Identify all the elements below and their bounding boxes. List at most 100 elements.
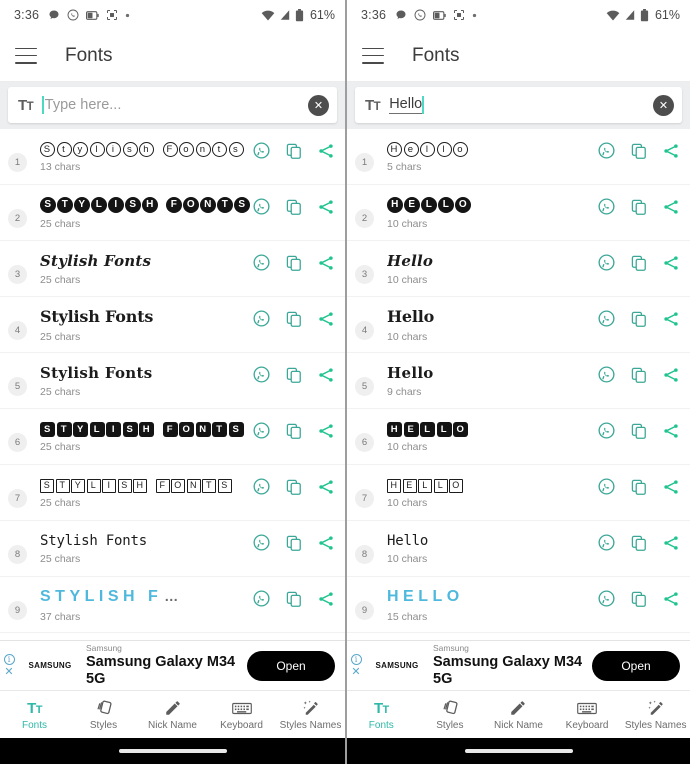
font-list-left[interactable]: 1 St y l i s h Fo n t s 13 chars 2 S T Y L I S H F O N T S 25 cha… — [0, 129, 345, 640]
whatsapp-share-icon[interactable] — [252, 253, 271, 272]
hamburger-menu-icon[interactable] — [15, 47, 37, 64]
copy-icon[interactable] — [285, 142, 303, 160]
ad-close-icon[interactable]: ✕ — [351, 666, 360, 678]
nav-item-nick-name[interactable]: Nick Name — [484, 699, 553, 731]
copy-icon[interactable] — [630, 366, 648, 384]
whatsapp-share-icon[interactable] — [252, 309, 271, 328]
nav-item-keyboard[interactable]: Keyboard — [553, 699, 622, 731]
nav-item-styles-names[interactable]: Styles Names — [621, 699, 690, 731]
ad-info-icon[interactable]: i — [350, 653, 362, 665]
copy-icon[interactable] — [285, 366, 303, 384]
ad-open-button[interactable]: Open — [592, 650, 680, 681]
share-icon[interactable] — [662, 534, 680, 552]
share-icon[interactable] — [317, 198, 335, 216]
whatsapp-share-icon[interactable] — [252, 589, 271, 608]
font-list-item[interactable]: 6 S T Y L I S H F O N T S 25 chars — [0, 409, 345, 465]
copy-icon[interactable] — [630, 254, 648, 272]
copy-icon[interactable] — [630, 310, 648, 328]
share-icon[interactable] — [662, 366, 680, 384]
font-list-item[interactable]: 2 S T Y L I S H F O N T S 25 chars — [0, 185, 345, 241]
whatsapp-share-icon[interactable] — [252, 421, 271, 440]
copy-icon[interactable] — [630, 422, 648, 440]
ad-banner[interactable]: i ✕ SAMSUNG Samsung Samsung Galaxy M34 5… — [347, 640, 690, 690]
ad-banner[interactable]: i ✕ SAMSUNG Samsung Samsung Galaxy M34 5… — [0, 640, 345, 690]
whatsapp-share-icon[interactable] — [252, 533, 271, 552]
whatsapp-share-icon[interactable] — [597, 197, 616, 216]
whatsapp-share-icon[interactable] — [252, 197, 271, 216]
copy-icon[interactable] — [630, 478, 648, 496]
ad-close-icon[interactable]: ✕ — [4, 666, 13, 678]
whatsapp-share-icon[interactable] — [252, 141, 271, 160]
share-icon[interactable] — [317, 422, 335, 440]
share-icon[interactable] — [662, 590, 680, 608]
search-input[interactable]: Type here... — [42, 87, 308, 123]
gesture-pill[interactable] — [118, 749, 227, 753]
whatsapp-share-icon[interactable] — [252, 477, 271, 496]
share-icon[interactable] — [317, 142, 335, 160]
font-list-item[interactable]: 1 St y l i s h Fo n t s 13 chars — [0, 129, 345, 185]
font-list-right[interactable]: 1 Hello 5 chars 2 H E L L O 10 chars 3 Hello 10 char… — [347, 129, 690, 640]
nav-item-styles[interactable]: Styles — [416, 699, 485, 731]
whatsapp-share-icon[interactable] — [252, 365, 271, 384]
share-icon[interactable] — [662, 478, 680, 496]
share-icon[interactable] — [317, 310, 335, 328]
bottom-navigation-right[interactable]: TT Fonts Styles Nick Name Keyboard Styles Nam… — [347, 690, 690, 738]
font-list-item[interactable]: 7 H E L L O 10 chars — [347, 465, 690, 521]
share-icon[interactable] — [662, 198, 680, 216]
font-list-item[interactable]: 5 Stylish Fonts 25 chars — [0, 353, 345, 409]
nav-item-styles-names[interactable]: Styles Names — [276, 699, 345, 731]
search-box[interactable]: TT Hello ✕ — [355, 87, 682, 123]
whatsapp-share-icon[interactable] — [597, 365, 616, 384]
share-icon[interactable] — [662, 422, 680, 440]
nav-item-styles[interactable]: Styles — [69, 699, 138, 731]
share-icon[interactable] — [662, 254, 680, 272]
copy-icon[interactable] — [630, 198, 648, 216]
copy-icon[interactable] — [285, 534, 303, 552]
font-list-item[interactable]: 3 Stylish Fonts 25 chars — [0, 241, 345, 297]
share-icon[interactable] — [317, 366, 335, 384]
copy-icon[interactable] — [630, 590, 648, 608]
whatsapp-share-icon[interactable] — [597, 253, 616, 272]
hamburger-menu-icon[interactable] — [362, 47, 384, 64]
font-list-item[interactable]: 8 Stylish Fonts 25 chars — [0, 521, 345, 577]
nav-item-fonts[interactable]: TT Fonts — [0, 699, 69, 731]
whatsapp-share-icon[interactable] — [597, 141, 616, 160]
font-list-item[interactable]: 7 S T Y L I S H F O N T S 25 chars — [0, 465, 345, 521]
font-list-item[interactable]: 8 Hello 10 chars — [347, 521, 690, 577]
copy-icon[interactable] — [285, 198, 303, 216]
ad-open-button[interactable]: Open — [247, 650, 335, 681]
font-list-item[interactable]: 1 Hello 5 chars — [347, 129, 690, 185]
whatsapp-share-icon[interactable] — [597, 309, 616, 328]
copy-icon[interactable] — [630, 142, 648, 160]
font-list-item[interactable]: 4 Hello 10 chars — [347, 297, 690, 353]
font-list-item[interactable]: 9 HELLO 15 chars — [347, 577, 690, 633]
nav-item-fonts[interactable]: TT Fonts — [347, 699, 416, 731]
share-icon[interactable] — [317, 534, 335, 552]
copy-icon[interactable] — [285, 590, 303, 608]
font-list-item[interactable]: 2 H E L L O 10 chars — [347, 185, 690, 241]
font-list-item[interactable]: 3 Hello 10 chars — [347, 241, 690, 297]
share-icon[interactable] — [317, 478, 335, 496]
bottom-navigation-left[interactable]: TT Fonts Styles Nick Name Keyboard Styles Nam… — [0, 690, 345, 738]
clear-text-icon[interactable]: ✕ — [308, 94, 329, 116]
share-icon[interactable] — [317, 590, 335, 608]
clear-text-icon[interactable]: ✕ — [653, 94, 674, 116]
copy-icon[interactable] — [285, 422, 303, 440]
nav-item-keyboard[interactable]: Keyboard — [207, 699, 276, 731]
search-input[interactable]: Hello — [389, 87, 653, 123]
search-box[interactable]: TT Type here... ✕ — [8, 87, 337, 123]
whatsapp-share-icon[interactable] — [597, 533, 616, 552]
share-icon[interactable] — [662, 310, 680, 328]
copy-icon[interactable] — [285, 310, 303, 328]
nav-item-nick-name[interactable]: Nick Name — [138, 699, 207, 731]
share-icon[interactable] — [317, 254, 335, 272]
whatsapp-share-icon[interactable] — [597, 589, 616, 608]
copy-icon[interactable] — [285, 254, 303, 272]
copy-icon[interactable] — [630, 534, 648, 552]
whatsapp-share-icon[interactable] — [597, 421, 616, 440]
font-list-item[interactable]: 9 STYLISH F… 37 chars — [0, 577, 345, 633]
font-list-item[interactable]: 6 H E L L O 10 chars — [347, 409, 690, 465]
copy-icon[interactable] — [285, 478, 303, 496]
font-list-item[interactable]: 5 Hello 9 chars — [347, 353, 690, 409]
gesture-pill[interactable] — [464, 749, 573, 753]
